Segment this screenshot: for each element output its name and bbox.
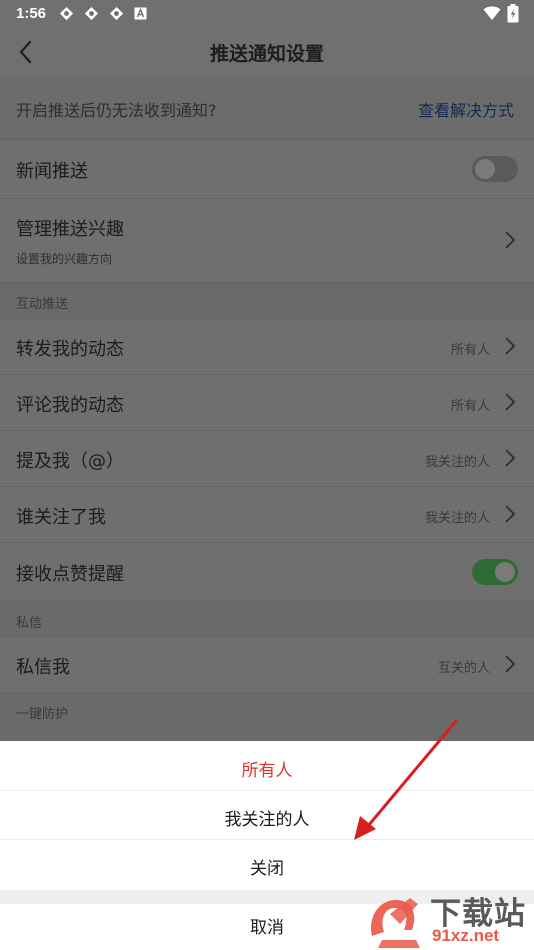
repost-label: 转发我的动态 bbox=[16, 339, 124, 360]
chevron-right-icon bbox=[505, 505, 516, 523]
likes-reminder-row[interactable]: 接收点赞提醒 bbox=[0, 543, 534, 602]
push-help-text: 开启推送后仍无法收到通知? bbox=[16, 101, 217, 120]
news-push-toggle[interactable] bbox=[472, 156, 518, 182]
app-notification-icon bbox=[84, 6, 99, 21]
comment-value: 所有人 bbox=[450, 399, 490, 414]
manage-interest-row[interactable]: 管理推送兴趣 设置我的兴趣方向 bbox=[0, 199, 534, 283]
a-badge-icon bbox=[134, 7, 147, 20]
dm-section-label: 私信 bbox=[16, 616, 43, 631]
chevron-right-icon bbox=[505, 231, 516, 249]
dm-row[interactable]: 私信我 互关的人 bbox=[0, 638, 534, 693]
site-watermark: 下载站 91xz.net bbox=[366, 890, 534, 950]
app-notification-icon bbox=[109, 6, 124, 21]
battery-icon bbox=[507, 4, 519, 23]
status-bar: 1:56 bbox=[0, 0, 534, 28]
repost-row[interactable]: 转发我的动态 所有人 bbox=[0, 319, 534, 375]
repost-value: 所有人 bbox=[450, 343, 490, 358]
news-push-label: 新闻推送 bbox=[16, 161, 88, 182]
likes-reminder-toggle[interactable] bbox=[472, 559, 518, 585]
protect-section-label: 一键防护 bbox=[16, 707, 69, 722]
mention-label: 提及我（@） bbox=[16, 451, 124, 472]
dm-value: 互关的人 bbox=[437, 661, 490, 676]
mention-row[interactable]: 提及我（@） 我关注的人 bbox=[0, 431, 534, 487]
page-title: 推送通知设置 bbox=[209, 43, 324, 65]
follow-row[interactable]: 谁关注了我 我关注的人 bbox=[0, 487, 534, 543]
news-push-row[interactable]: 新闻推送 bbox=[0, 140, 534, 199]
dm-section-header: 私信 bbox=[0, 602, 534, 638]
option-followed[interactable]: 我关注的人 bbox=[0, 805, 534, 830]
interaction-section-label: 互动推送 bbox=[16, 297, 69, 312]
manage-interest-label: 管理推送兴趣 bbox=[16, 219, 124, 240]
view-solution-link[interactable]: 查看解决方式 bbox=[418, 97, 514, 121]
divider bbox=[0, 839, 534, 840]
interaction-section-header: 互动推送 bbox=[0, 283, 534, 319]
status-time: 1:56 bbox=[16, 5, 47, 22]
dm-label: 私信我 bbox=[16, 657, 70, 678]
push-help-tip: 开启推送后仍无法收到通知? 查看解决方式 bbox=[0, 76, 534, 140]
manage-interest-sub: 设置我的兴趣方向 bbox=[16, 252, 113, 266]
chevron-right-icon bbox=[505, 393, 516, 411]
option-off[interactable]: 关闭 bbox=[0, 854, 534, 879]
likes-reminder-label: 接收点赞提醒 bbox=[16, 564, 124, 585]
follow-value: 我关注的人 bbox=[424, 511, 490, 526]
mention-value: 我关注的人 bbox=[424, 455, 490, 470]
chevron-right-icon bbox=[505, 337, 516, 355]
divider bbox=[0, 790, 534, 791]
wifi-icon bbox=[483, 6, 501, 20]
comment-label: 评论我的动态 bbox=[16, 395, 124, 416]
watermark-logo bbox=[370, 898, 420, 948]
watermark-url: 91xz.net bbox=[432, 926, 500, 945]
navigation-bar: 推送通知设置 bbox=[0, 28, 534, 76]
chevron-right-icon bbox=[505, 655, 516, 673]
protect-section-header: 一键防护 bbox=[0, 693, 534, 741]
follow-label: 谁关注了我 bbox=[16, 507, 106, 528]
option-everyone[interactable]: 所有人 bbox=[0, 756, 534, 781]
app-notification-icon bbox=[59, 6, 74, 21]
comment-row[interactable]: 评论我的动态 所有人 bbox=[0, 375, 534, 431]
chevron-right-icon bbox=[505, 449, 516, 467]
